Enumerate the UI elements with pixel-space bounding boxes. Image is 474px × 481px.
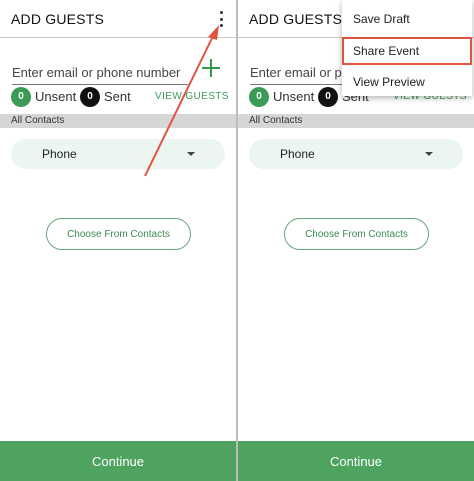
unsent-label: Unsent — [35, 89, 77, 104]
sent-count-badge: 0 — [318, 87, 338, 107]
section-header: All Contacts — [238, 114, 474, 128]
section-label: All Contacts — [11, 115, 65, 126]
menu-item-share-event[interactable]: Share Event — [342, 37, 472, 65]
unsent-count-badge: 0 — [11, 87, 31, 107]
choose-from-contacts-button[interactable]: Choose From Contacts — [46, 218, 191, 250]
page-title: ADD GUESTS — [11, 11, 105, 27]
email-phone-input[interactable] — [12, 60, 188, 85]
screen-left: ADD GUESTS 0 Unsent 0 Sent VIEW GUESTS A… — [0, 0, 236, 481]
kebab-menu-icon[interactable] — [216, 11, 226, 27]
caret-down-icon — [425, 152, 433, 156]
guest-counts: 0 Unsent 0 Sent VIEW GUESTS — [11, 87, 231, 107]
menu-item-view-preview[interactable]: View Preview — [342, 68, 472, 96]
app-header: ADD GUESTS — [0, 0, 236, 38]
overflow-menu: Save Draft Share Event View Preview — [342, 0, 472, 96]
continue-button[interactable]: Continue — [0, 441, 236, 481]
menu-item-save-draft[interactable]: Save Draft — [342, 5, 472, 33]
selected-value: Phone — [280, 147, 315, 161]
continue-button[interactable]: Continue — [238, 441, 474, 481]
contact-method-select[interactable]: Phone — [11, 139, 225, 169]
contact-method-select[interactable]: Phone — [249, 139, 463, 169]
caret-down-icon — [187, 152, 195, 156]
selected-value: Phone — [42, 147, 77, 161]
section-header: All Contacts — [0, 114, 236, 128]
unsent-label: Unsent — [273, 89, 315, 104]
add-guest-button[interactable] — [200, 57, 222, 79]
sent-count-badge: 0 — [80, 87, 100, 107]
sent-label: Sent — [104, 89, 131, 104]
section-label: All Contacts — [249, 115, 303, 126]
screen-right: ADD GUESTS 0 Unsent 0 Sent VIEW GUESTS A… — [238, 0, 474, 481]
unsent-count-badge: 0 — [249, 87, 269, 107]
choose-from-contacts-button[interactable]: Choose From Contacts — [284, 218, 429, 250]
page-title: ADD GUESTS — [249, 11, 343, 27]
view-guests-link[interactable]: VIEW GUESTS — [155, 91, 229, 102]
